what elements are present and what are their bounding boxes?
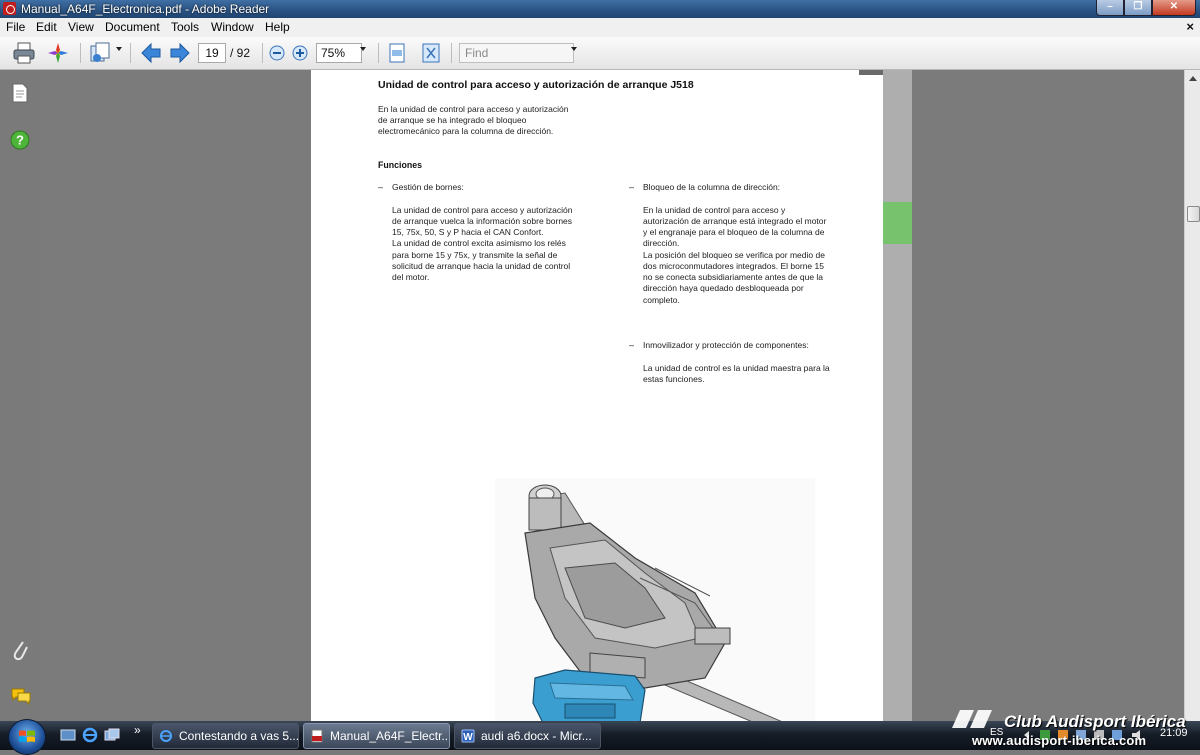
menu-file[interactable]: File: [6, 20, 25, 35]
adobe-reader-icon: [3, 2, 16, 15]
watermark-club-name: Club Audisport Ibérica: [1004, 712, 1186, 731]
taskbar-button-ie[interactable]: Contestando a vas 5...: [152, 723, 299, 749]
scrollbar-thumb[interactable]: [1187, 206, 1200, 222]
title-bar: Manual_A64F_Electronica.pdf - Adobe Read…: [0, 0, 1200, 18]
page-side-strip: [883, 70, 912, 721]
help-icon[interactable]: ?: [10, 130, 30, 150]
window-title: Manual_A64F_Electronica.pdf - Adobe Read…: [21, 2, 270, 16]
toolbar-separator: [80, 43, 81, 63]
quick-launch-chevron[interactable]: »: [134, 723, 141, 737]
internet-explorer-icon[interactable]: [82, 727, 98, 743]
windows-logo-icon: [19, 730, 35, 742]
toolbar-separator: [378, 43, 379, 63]
task-label: Contestando a vas 5...: [179, 729, 299, 743]
page-count: / 92: [230, 46, 251, 60]
right-body-line: dirección.: [643, 238, 680, 248]
club-logo-icon: [952, 710, 992, 728]
left-body-line: La unidad de control excita asimismo los…: [392, 238, 566, 248]
page-number-input[interactable]: 19: [198, 43, 226, 63]
word-icon: W: [461, 729, 475, 743]
pages-icon[interactable]: [10, 82, 30, 104]
vertical-scrollbar[interactable]: [1184, 70, 1200, 721]
left-body-line: solicitud de arranque hacia la unidad de…: [392, 261, 571, 271]
task-label: audi a6.docx - Micr...: [481, 729, 592, 743]
page-edge-tab: [859, 70, 883, 75]
green-marker: [883, 202, 912, 244]
chevron-down-icon[interactable]: [116, 47, 122, 51]
svg-text:W: W: [463, 732, 473, 743]
left-body-line: para borne 15 y 75x, y transmite la seña…: [392, 250, 558, 260]
navigation-panel: ?: [0, 70, 40, 721]
right-body-line: completo.: [643, 295, 680, 305]
right-body-line: no se conecta subsidiariamente antes de …: [643, 272, 824, 282]
svg-text:?: ?: [16, 133, 24, 148]
window-controls: – ❐ ✕: [1096, 0, 1196, 16]
show-desktop-icon[interactable]: [60, 727, 76, 743]
left-body-line: La unidad de control para acceso y autor…: [392, 205, 573, 215]
comments-icon[interactable]: [10, 686, 32, 706]
right-body-line: dos microconmutadores integrados. El bor…: [643, 261, 824, 271]
zoom-input[interactable]: 75%: [316, 43, 362, 63]
close-document-button[interactable]: ×: [1186, 19, 1194, 34]
toolbar-separator: [451, 43, 452, 63]
save-copy-icon[interactable]: [88, 41, 112, 65]
right-body-line: y el engranaje para el bloqueo de la col…: [643, 227, 825, 237]
intro-line: electromecánico para la columna de direc…: [378, 126, 554, 136]
menu-view[interactable]: View: [68, 20, 94, 35]
list-dash: –: [629, 340, 635, 350]
attachments-icon[interactable]: [10, 638, 30, 662]
taskbar-button-adobe[interactable]: Manual_A64F_Electr...: [303, 723, 450, 749]
steering-column-illustration: [495, 478, 815, 721]
right-body-line: autorización de arranque está integrado …: [643, 216, 827, 226]
menu-edit[interactable]: Edit: [36, 20, 57, 35]
left-item-title: Gestión de bornes:: [392, 182, 464, 192]
list-dash: –: [629, 182, 635, 192]
menu-help[interactable]: Help: [265, 20, 290, 35]
menu-window[interactable]: Window: [211, 20, 254, 35]
internet-explorer-icon: [160, 730, 172, 742]
right-body-line: estas funciones.: [643, 374, 705, 384]
next-page-icon[interactable]: [168, 41, 192, 65]
close-window-button[interactable]: ✕: [1152, 0, 1196, 16]
menu-bar: File Edit View Document Tools Window Hel…: [0, 18, 1200, 38]
pdf-icon: [311, 729, 323, 743]
zoom-out-icon[interactable]: [268, 41, 286, 65]
find-input[interactable]: Find: [459, 43, 574, 63]
collaborate-icon[interactable]: [46, 41, 70, 65]
chevron-down-icon[interactable]: [571, 47, 577, 51]
watermark-url: www.audisport-iberica.com: [972, 733, 1147, 748]
intro-line: En la unidad de control para acceso y au…: [378, 104, 569, 114]
toolbar-separator: [130, 43, 131, 63]
minimize-button[interactable]: –: [1096, 0, 1124, 16]
menu-document[interactable]: Document: [105, 20, 160, 35]
left-body-line: de arranque vuelca la información sobre …: [392, 216, 573, 226]
left-body-line: del motor.: [392, 272, 430, 282]
right-item2-title: Inmovilizador y protección de componente…: [643, 340, 809, 350]
zoom-in-icon[interactable]: [291, 41, 309, 65]
document-viewport[interactable]: Unidad de control para acceso y autoriza…: [40, 70, 1184, 721]
scroll-up-icon[interactable]: [1189, 76, 1197, 81]
task-label: Manual_A64F_Electr...: [330, 729, 450, 743]
right-body-line: La unidad de control es la unidad maestr…: [643, 363, 830, 373]
fit-width-icon[interactable]: [386, 41, 408, 65]
funciones-heading: Funciones: [378, 160, 422, 170]
section-heading: Unidad de control para acceso y autoriza…: [378, 79, 694, 91]
taskbar-button-word[interactable]: W audi a6.docx - Micr...: [454, 723, 601, 749]
left-body-line: 15, 75x, 50, S y P hacia el CAN Confort.: [392, 227, 544, 237]
toolbar: 19 / 92 75% Find: [0, 37, 1200, 70]
right-body-line: En la unidad de control para acceso y: [643, 205, 786, 215]
list-dash: –: [378, 182, 384, 192]
right-body-line: La posición del bloqueo se verifica por …: [643, 250, 825, 260]
fit-page-icon[interactable]: [420, 41, 442, 65]
previous-page-icon[interactable]: [139, 41, 163, 65]
chevron-down-icon[interactable]: [360, 47, 366, 51]
right-item1-title: Bloqueo de la columna de dirección:: [643, 182, 781, 192]
menu-tools[interactable]: Tools: [171, 20, 199, 35]
switch-windows-icon[interactable]: [104, 727, 120, 743]
print-icon[interactable]: [12, 41, 36, 65]
restore-button[interactable]: ❐: [1124, 0, 1152, 16]
toolbar-separator: [262, 43, 263, 63]
intro-line: de arranque se ha integrado el bloqueo: [378, 115, 527, 125]
right-body-line: dirección haya quedado desbloqueada por: [643, 283, 804, 293]
